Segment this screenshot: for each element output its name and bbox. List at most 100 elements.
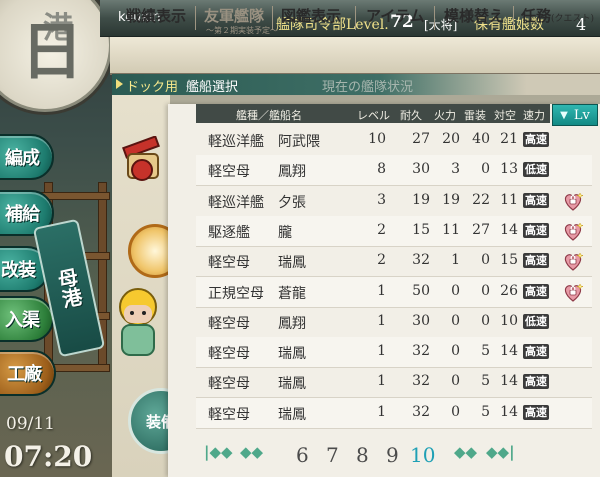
header-level[interactable]: レベル	[357, 107, 390, 123]
header-aa[interactable]: 対空	[494, 107, 516, 123]
ship-name: 瑞鳳	[278, 346, 306, 363]
ship-type: 正規空母	[208, 285, 264, 302]
menu-item-inventory[interactable]: アイテム	[366, 5, 425, 26]
ship-type: 駆逐艦	[208, 224, 250, 241]
ship-row[interactable]: 軽空母 瑞鳳 2 32 1 0 15 高速	[196, 246, 592, 278]
page-number[interactable]: 6	[296, 443, 309, 467]
heart-lock-icon[interactable]	[562, 281, 584, 303]
header-speed[interactable]: 速力	[523, 107, 545, 123]
header-hp[interactable]: 耐久	[400, 107, 422, 123]
page-number[interactable]: 8	[356, 443, 369, 467]
menu-furniture[interactable]: 模様替え	[444, 5, 504, 26]
ship-row[interactable]: 軽空母 瑞鳳 1 32 0 5 14 高速	[196, 397, 592, 429]
ship-name: 瑞鳳	[278, 376, 306, 393]
ship-name: 夕張	[278, 194, 306, 211]
ship-torpedo: 0	[481, 312, 490, 329]
ship-hp: 32	[412, 343, 430, 360]
menu-divider	[272, 6, 273, 30]
menu-friend-sub: ～第２期実装予定～	[206, 26, 278, 35]
ship-row[interactable]: 正規空母 蒼龍 1 50 0 0 26 高速	[196, 276, 592, 308]
ship-hp: 32	[412, 252, 430, 269]
ship-row[interactable]: 軽空母 鳳翔 8 30 3 0 13 低速	[196, 155, 592, 187]
side-button-hensei[interactable]: 編成	[0, 134, 54, 180]
ship-aa: 26	[500, 282, 518, 299]
menu-encyclopedia[interactable]: 図鑑表示	[281, 5, 341, 26]
ship-type: 軽空母	[208, 255, 250, 272]
ship-level: 10	[368, 131, 386, 147]
ship-firepower: 1	[451, 252, 460, 269]
page-prev-button[interactable]: ◆◆	[240, 443, 263, 461]
ship-hp: 30	[412, 312, 430, 329]
ship-row[interactable]: 軽空母 瑞鳳 1 32 0 5 14 高速	[196, 337, 592, 369]
heart-lock-icon[interactable]	[562, 250, 584, 272]
page-first-button[interactable]: |◆◆	[204, 443, 233, 461]
ship-hp: 19	[412, 191, 430, 208]
ship-level: 1	[377, 403, 386, 420]
ship-firepower: 0	[451, 312, 460, 329]
ship-firepower: 3	[451, 161, 460, 178]
ship-torpedo: 0	[481, 282, 490, 299]
ship-firepower: 11	[442, 221, 460, 238]
ship-speed-badge: 高速	[523, 404, 549, 420]
ship-type: 軽空母	[208, 315, 250, 332]
ship-level: 1	[377, 312, 386, 329]
ship-aa: 14	[500, 403, 518, 420]
menu-divider	[513, 6, 514, 30]
heart-lock-icon[interactable]	[562, 190, 584, 212]
ship-row[interactable]: 軽巡洋艦 夕張 3 19 19 22 11 高速	[196, 186, 592, 217]
ship-name: 蒼龍	[278, 285, 306, 302]
ship-firepower: 0	[451, 373, 460, 390]
ship-torpedo: 5	[481, 343, 490, 360]
ship-torpedo: 40	[472, 131, 490, 147]
ship-level: 1	[377, 282, 386, 299]
ship-type: 軽空母	[208, 376, 250, 393]
ship-level: 8	[377, 161, 386, 178]
ship-hp: 15	[412, 221, 430, 238]
ship-speed-badge: 低速	[523, 313, 549, 329]
ship-level: 1	[377, 373, 386, 390]
page-next-button[interactable]: ◆◆	[454, 443, 477, 461]
pagination: |◆◆ ◆◆ 6 7 8 9 10 ◆◆ ◆◆|	[196, 443, 552, 469]
header-name[interactable]: 艦種／艦船名	[236, 107, 302, 123]
ship-speed-badge: 高速	[523, 192, 549, 208]
ship-hp: 32	[412, 373, 430, 390]
menu-friend-fleet[interactable]: 友軍艦隊	[204, 5, 264, 26]
menu-quest-sub: (クエスト)	[551, 14, 595, 24]
ship-name: 阿武隈	[278, 134, 320, 150]
fairy-worker-icon	[119, 288, 157, 356]
ship-speed-badge: 高速	[523, 222, 549, 238]
ship-row[interactable]: 軽空母 瑞鳳 1 32 0 5 14 高速	[196, 367, 592, 399]
sort-dropdown[interactable]: ▼ Lv	[552, 104, 598, 126]
ship-type: 軽空母	[208, 346, 250, 363]
ship-name: 瑞鳳	[278, 406, 306, 423]
ship-hp: 27	[412, 131, 430, 147]
page-number-current[interactable]: 10	[410, 443, 435, 467]
menu-divider	[355, 6, 356, 30]
ship-firepower: 19	[442, 191, 460, 208]
ship-firepower: 20	[442, 131, 460, 147]
ship-row[interactable]: 軽空母 鳳翔 1 30 0 0 10 低速	[196, 307, 592, 338]
menu-quest[interactable]: 任務(クエスト)	[521, 5, 594, 26]
ship-torpedo: 0	[481, 252, 490, 269]
side-button-nyukyo[interactable]: 入渠	[0, 296, 54, 342]
ship-type: 軽巡洋艦	[208, 194, 264, 211]
header-torpedo[interactable]: 雷装	[464, 107, 486, 123]
menu-record[interactable]: 戦績表示	[126, 5, 186, 26]
side-button-kosho[interactable]: 工廠	[0, 350, 56, 396]
ship-speed-badge: 高速	[523, 253, 549, 269]
page-last-button[interactable]: ◆◆|	[486, 443, 515, 461]
heart-lock-icon[interactable]	[562, 220, 584, 242]
ship-torpedo: 5	[481, 373, 490, 390]
ship-level: 1	[377, 343, 386, 360]
ship-speed-badge: 高速	[523, 374, 549, 390]
header-firepower[interactable]: 火力	[434, 107, 456, 123]
menu-divider	[195, 6, 196, 30]
ship-torpedo: 0	[481, 161, 490, 178]
ship-firepower: 0	[451, 403, 460, 420]
ship-row[interactable]: 駆逐艦 朧 2 15 11 27 14 高速	[196, 215, 592, 247]
ship-aa: 13	[500, 161, 518, 178]
page-number[interactable]: 9	[386, 443, 399, 467]
page-number[interactable]: 7	[326, 443, 339, 467]
ship-firepower: 0	[451, 343, 460, 360]
ship-row[interactable]: 軽巡洋艦 阿武隈 10 27 20 40 21 高速	[196, 125, 592, 156]
